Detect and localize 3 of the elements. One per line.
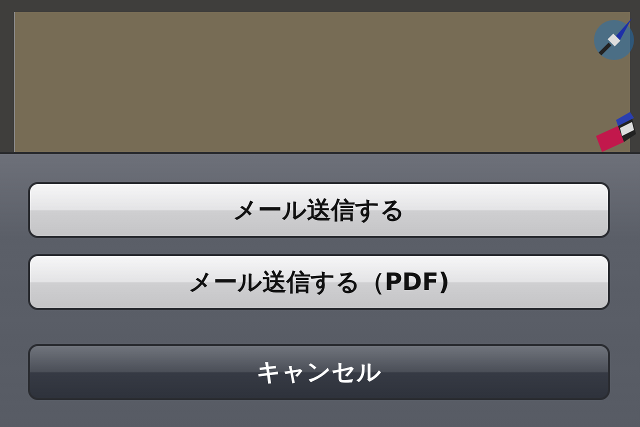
send-mail-button[interactable]: メール送信する（PDF): [28, 254, 610, 310]
send-mail-button[interactable]: メール送信する: [28, 182, 610, 238]
cancel-button[interactable]: キャンセル: [28, 344, 610, 400]
